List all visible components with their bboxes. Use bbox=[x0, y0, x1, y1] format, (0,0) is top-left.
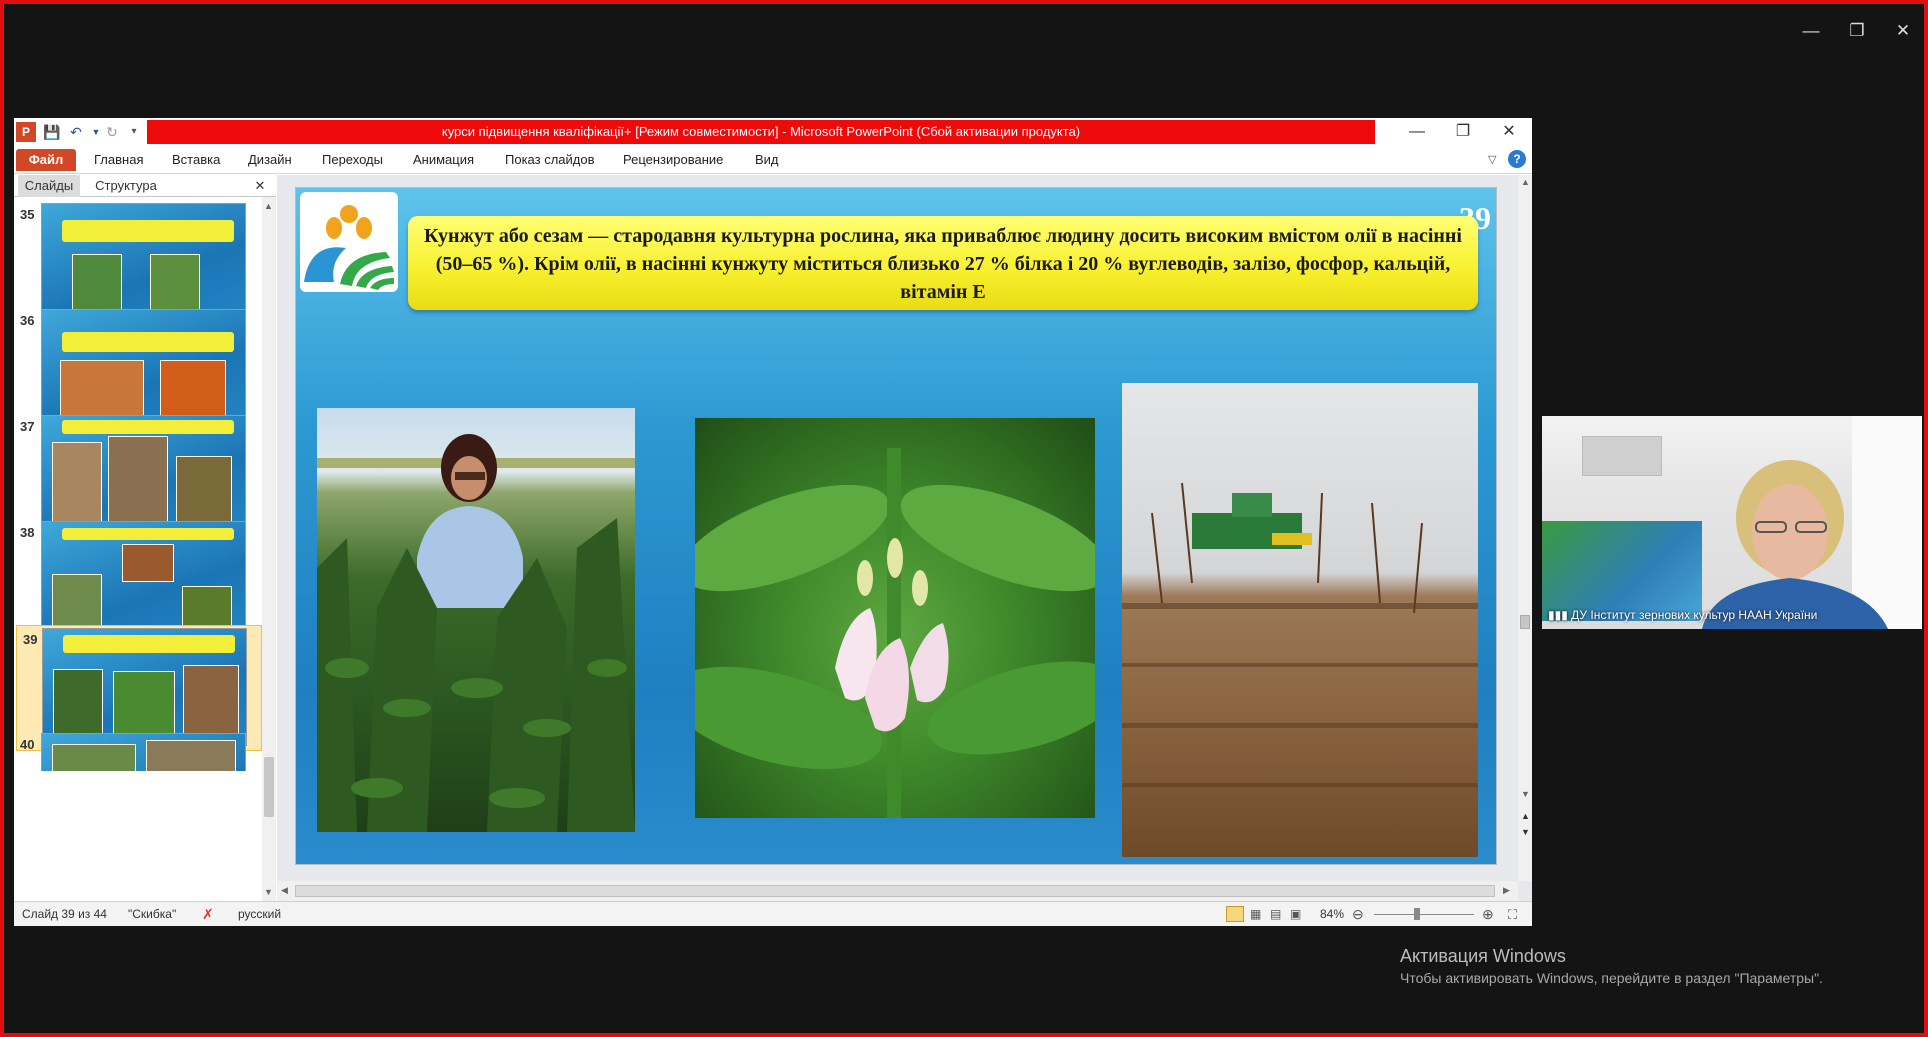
slide-position: Слайд 39 из 44 bbox=[22, 907, 107, 921]
editor-vertical-scrollbar[interactable]: ▲ ▼ ▲ ▼ bbox=[1518, 175, 1532, 881]
thumbnail-number: 35 bbox=[20, 207, 35, 222]
thumbnail-number: 40 bbox=[20, 737, 35, 752]
slide-39[interactable]: 39 Кунжут або сезам — стародавня культур… bbox=[295, 187, 1497, 865]
normal-view-icon[interactable] bbox=[1226, 906, 1244, 922]
thumbnail-40[interactable]: 40 bbox=[14, 731, 264, 771]
editor-scroll-down-icon[interactable]: ▼ bbox=[1521, 789, 1530, 799]
thumbnail-image bbox=[41, 415, 246, 533]
participant-name: ▮▮▮ ДУ Інститут зернових культур НААН Ук… bbox=[1548, 608, 1817, 622]
minimize-icon[interactable]: — bbox=[1394, 118, 1440, 146]
horizontal-scroll-thumb[interactable] bbox=[295, 885, 1495, 897]
save-icon[interactable]: 💾 bbox=[42, 122, 62, 142]
thumbnail-number: 38 bbox=[20, 525, 35, 540]
close-panel-icon[interactable]: ✕ bbox=[250, 175, 270, 197]
thumbnail-number: 36 bbox=[20, 313, 35, 328]
slideshow-icon[interactable]: ▣ bbox=[1290, 906, 1301, 923]
tab-slideshow[interactable]: Показ слайдов bbox=[505, 150, 595, 170]
ribbon-tabs: Файл Главная Вставка Дизайн Переходы Ани… bbox=[14, 146, 1532, 174]
panel-tabs: Слайды Структура ✕ bbox=[14, 175, 276, 197]
photo-sesame-harvest[interactable] bbox=[1122, 383, 1478, 857]
outer-minimize-icon[interactable]: — bbox=[1788, 14, 1834, 48]
tab-design[interactable]: Дизайн bbox=[248, 150, 292, 170]
language[interactable]: русский bbox=[238, 906, 281, 923]
undo-icon[interactable]: ↶ bbox=[66, 122, 86, 142]
editor-horizontal-scrollbar[interactable]: ◀ ▶ bbox=[277, 881, 1518, 901]
scroll-up-icon[interactable]: ▲ bbox=[264, 201, 273, 211]
wall-poster bbox=[1542, 521, 1702, 621]
tab-outline[interactable]: Структура bbox=[82, 175, 170, 197]
slides-panel: Слайды Структура ✕ 35 36 37 38 39 40 ▲ ▼ bbox=[14, 175, 276, 901]
participant-video[interactable]: ▮▮▮ ДУ Інститут зернових культур НААН Ук… bbox=[1542, 416, 1922, 629]
tab-view[interactable]: Вид bbox=[755, 150, 779, 170]
title-bar: P 💾 ↶ ▼ ↻ ▾ курси підвищення кваліфікаці… bbox=[14, 118, 1532, 146]
photo-sesame-flower[interactable] bbox=[695, 418, 1095, 818]
institute-logo bbox=[300, 192, 398, 292]
panel-scroll-thumb[interactable] bbox=[264, 757, 274, 817]
previous-slide-icon[interactable]: ▲ bbox=[1521, 811, 1530, 821]
thumbnail-image bbox=[41, 203, 246, 321]
outer-close-icon[interactable]: ✕ bbox=[1880, 14, 1926, 48]
ribbon-collapse-icon[interactable]: ▽ bbox=[1488, 150, 1496, 170]
scroll-left-icon[interactable]: ◀ bbox=[281, 885, 288, 896]
zoom-out-icon[interactable]: ⊖ bbox=[1352, 906, 1364, 923]
tab-transitions[interactable]: Переходы bbox=[322, 150, 383, 170]
close-icon[interactable]: ✕ bbox=[1486, 118, 1532, 146]
tab-file[interactable]: Файл bbox=[16, 149, 76, 171]
slide-sorter-icon[interactable]: ▦ bbox=[1250, 906, 1261, 923]
scroll-right-icon[interactable]: ▶ bbox=[1503, 885, 1510, 896]
editor-scroll-up-icon[interactable]: ▲ bbox=[1521, 177, 1530, 187]
signal-icon: ▮▮▮ bbox=[1548, 608, 1572, 622]
panel-scrollbar[interactable]: ▲ ▼ bbox=[262, 197, 276, 901]
tab-animation[interactable]: Анимация bbox=[413, 150, 474, 170]
zoom-in-icon[interactable]: ⊕ bbox=[1482, 906, 1494, 923]
editor-scroll-thumb[interactable] bbox=[1520, 615, 1530, 629]
participant-person bbox=[1692, 456, 1912, 629]
tab-slides[interactable]: Слайды bbox=[18, 175, 80, 197]
thumbnail-image bbox=[41, 521, 246, 639]
powerpoint-window: P 💾 ↶ ▼ ↻ ▾ курси підвищення кваліфікаці… bbox=[14, 118, 1532, 926]
thumbnail-image bbox=[41, 309, 246, 427]
reading-view-icon[interactable]: ▤ bbox=[1270, 906, 1281, 923]
powerpoint-app-icon[interactable]: P bbox=[16, 122, 36, 142]
theme-name[interactable]: "Скибка" bbox=[128, 906, 176, 923]
activation-title: Активация Windows bbox=[1400, 946, 1566, 966]
spellcheck-icon[interactable]: ✗ bbox=[202, 906, 214, 923]
photo-woman-in-sesame-field[interactable] bbox=[317, 408, 635, 832]
next-slide-icon[interactable]: ▼ bbox=[1521, 827, 1530, 837]
tab-review[interactable]: Рецензирование bbox=[623, 150, 723, 170]
window-title: курси підвищення кваліфікації+ [Режим со… bbox=[147, 120, 1375, 144]
zoom-slider[interactable] bbox=[1374, 914, 1474, 915]
participant-name-text: ДУ Інститут зернових культур НААН Україн… bbox=[1571, 608, 1818, 622]
scroll-down-icon[interactable]: ▼ bbox=[264, 887, 273, 897]
redo-icon[interactable]: ↻ bbox=[102, 122, 122, 142]
activation-subtitle: Чтобы активировать Windows, перейдите в … bbox=[1400, 970, 1823, 986]
zoom-level[interactable]: 84% bbox=[1320, 906, 1344, 923]
thumbnail-image bbox=[42, 628, 247, 746]
zoom-slider-thumb[interactable] bbox=[1414, 908, 1420, 920]
fit-to-window-icon[interactable]: ⛶ bbox=[1508, 906, 1517, 923]
restore-icon[interactable]: ❐ bbox=[1440, 118, 1486, 146]
status-bar: Слайд 39 из 44 "Скибка" ✗ русский ▦ ▤ ▣ … bbox=[14, 901, 1532, 926]
desktop-screen: — ❐ ✕ P 💾 ↶ ▼ ↻ ▾ курси підвищення квалі… bbox=[0, 0, 1928, 1037]
help-icon[interactable]: ? bbox=[1508, 150, 1526, 168]
tab-home[interactable]: Главная bbox=[94, 150, 143, 170]
customize-toolbar-icon[interactable]: ▾ bbox=[124, 122, 144, 142]
tab-insert[interactable]: Вставка bbox=[172, 150, 220, 170]
thumbnail-number: 37 bbox=[20, 419, 35, 434]
thumbnail-number: 39 bbox=[23, 632, 38, 647]
slide-editing-area: 39 Кунжут або сезам — стародавня культур… bbox=[277, 175, 1532, 901]
outer-restore-icon[interactable]: ❐ bbox=[1834, 14, 1880, 48]
slide-text-box[interactable]: Кунжут або сезам — стародавня культурна … bbox=[408, 216, 1478, 310]
thumbnail-image bbox=[41, 733, 246, 771]
ceiling-vent bbox=[1582, 436, 1662, 476]
